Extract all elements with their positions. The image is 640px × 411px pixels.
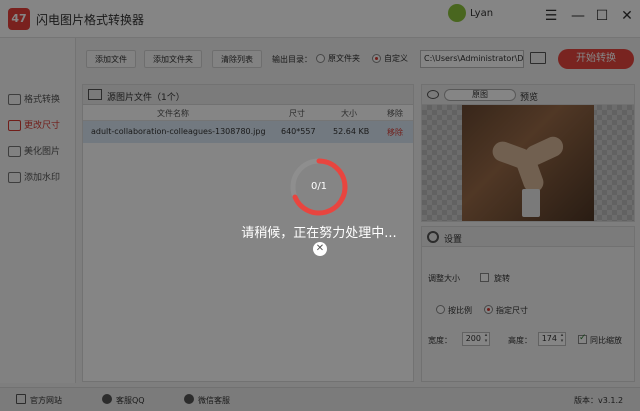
app-window: 47 闪电图片格式转换器 Lyan ☰ — ☐ ✕ 格式转换 更改尺寸 美化图片… (0, 0, 640, 411)
progress-counter: 0/1 (310, 181, 328, 192)
processing-message: 请稍候，正在努力处理中... (241, 226, 397, 241)
close-overlay-button[interactable]: ✕ (313, 242, 327, 256)
processing-overlay: 0/1 请稍候，正在努力处理中... ✕ (0, 0, 640, 411)
